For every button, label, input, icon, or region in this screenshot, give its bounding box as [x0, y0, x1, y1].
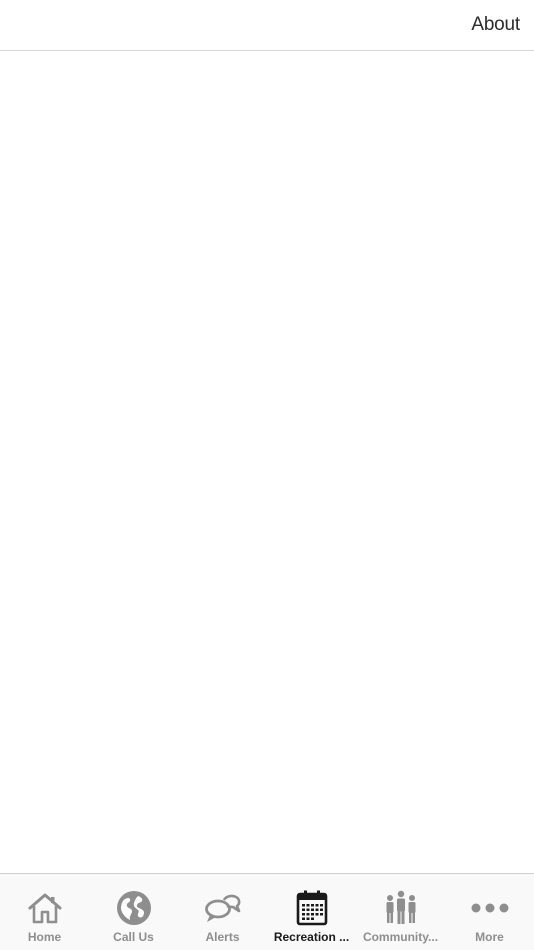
app-screen: About Home Call Us Alerts Recreation ...…	[0, 0, 534, 950]
more-dots-icon	[470, 890, 510, 926]
content-area	[0, 51, 534, 873]
tab-call-us[interactable]: Call Us	[89, 874, 178, 950]
tab-label: Recreation ...	[273, 930, 350, 944]
tab-home[interactable]: Home	[0, 874, 89, 950]
tab-label: Community...	[362, 930, 439, 944]
tab-label: Call Us	[113, 930, 154, 944]
tab-label: Alerts	[205, 930, 240, 944]
tab-label: More	[475, 930, 504, 944]
navigation-bar: About	[0, 0, 534, 51]
about-button[interactable]: About	[471, 14, 520, 36]
home-icon	[25, 890, 65, 926]
tab-bar: Home Call Us Alerts Recreation ... Commu…	[0, 873, 534, 950]
globe-icon	[114, 890, 154, 926]
tab-label: Home	[27, 930, 62, 944]
chat-bubbles-icon	[203, 890, 243, 926]
people-icon	[381, 890, 421, 926]
calendar-icon	[292, 890, 332, 926]
tab-community[interactable]: Community...	[356, 874, 445, 950]
tab-recreation[interactable]: Recreation ...	[267, 874, 356, 950]
tab-alerts[interactable]: Alerts	[178, 874, 267, 950]
tab-more[interactable]: More	[445, 874, 534, 950]
